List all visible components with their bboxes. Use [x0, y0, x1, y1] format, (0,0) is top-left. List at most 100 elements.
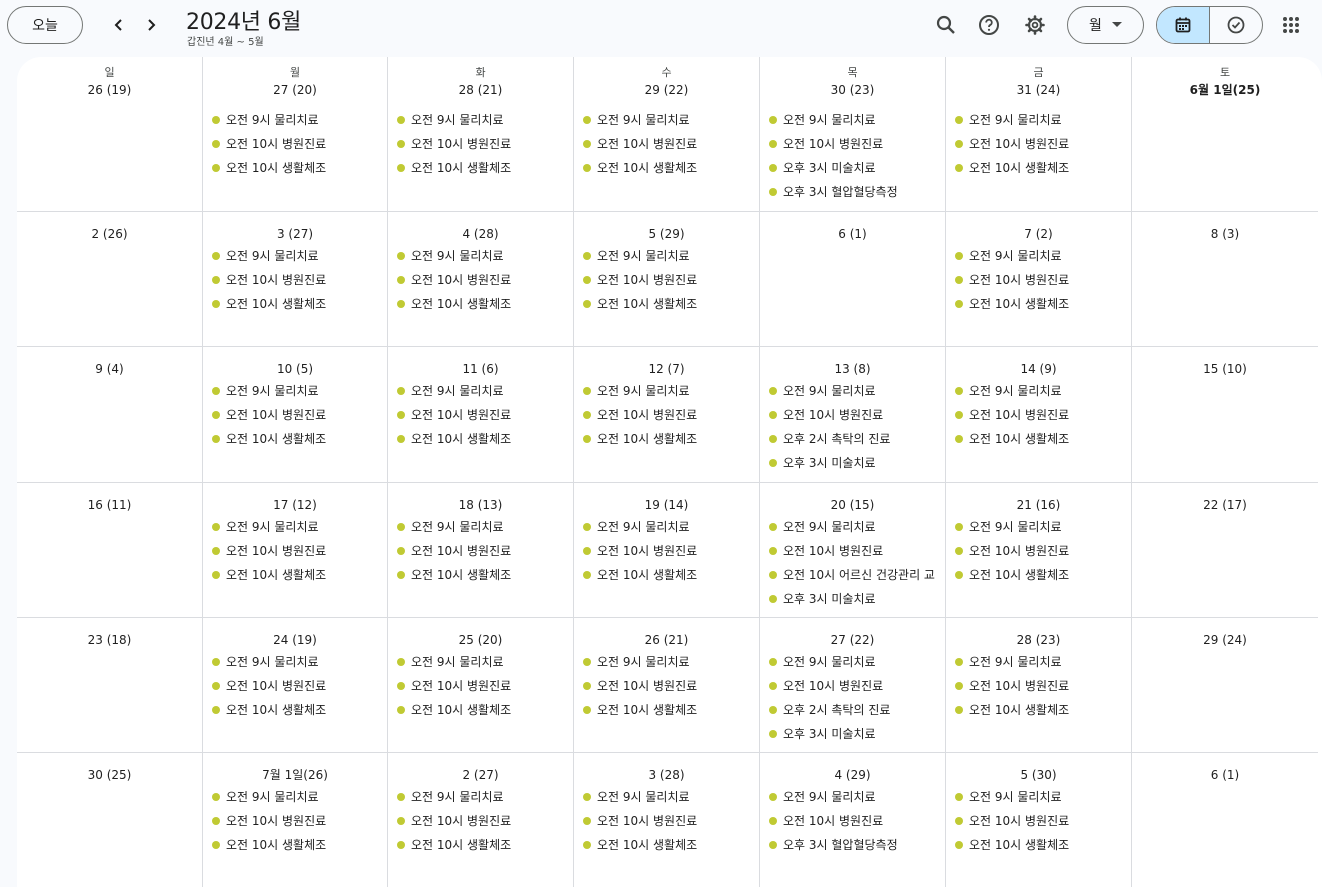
- day-cell[interactable]: 10 (5) 오전 9시 물리치료 오전 10시 병원진료 오전 10시 생활체조: [203, 347, 388, 483]
- day-cell[interactable]: 20 (15) 오전 9시 물리치료 오전 10시 병원진료 오전 10시 어르신 건…: [760, 483, 946, 618]
- day-cell[interactable]: 수 29 (22) 오전 9시 물리치료 오전 10시 병원진료 오전 10시 생활체조: [574, 57, 760, 212]
- event-item[interactable]: 오전 10시 생활체조: [212, 833, 383, 857]
- event-item[interactable]: 오전 10시 병원진료: [212, 809, 383, 833]
- day-number[interactable]: 27 (22): [760, 633, 945, 647]
- day-number[interactable]: 6 (1): [1132, 768, 1318, 782]
- day-number[interactable]: 5 (30): [946, 768, 1131, 782]
- day-number[interactable]: 14 (9): [946, 362, 1131, 376]
- event-item[interactable]: 오전 10시 병원진료: [955, 809, 1127, 833]
- event-item[interactable]: 오전 9시 물리치료: [955, 785, 1127, 809]
- event-item[interactable]: 오전 10시 병원진료: [583, 809, 755, 833]
- day-cell[interactable]: 29 (24): [1132, 618, 1318, 753]
- event-item[interactable]: 오전 9시 물리치료: [212, 244, 383, 268]
- day-number[interactable]: 3 (28): [574, 768, 759, 782]
- event-item[interactable]: 오전 10시 병원진료: [955, 539, 1127, 563]
- tasks-view-button[interactable]: [1209, 7, 1262, 43]
- event-item[interactable]: 오전 10시 생활체조: [397, 156, 569, 180]
- event-item[interactable]: 오후 2시 촉탁의 진료: [769, 698, 941, 722]
- event-item[interactable]: 오후 3시 미술치료: [769, 156, 941, 180]
- event-item[interactable]: 오전 10시 병원진료: [397, 674, 569, 698]
- event-item[interactable]: 오전 9시 물리치료: [955, 108, 1127, 132]
- search-button[interactable]: [930, 9, 962, 41]
- event-item[interactable]: 오전 9시 물리치료: [212, 650, 383, 674]
- day-number[interactable]: 28 (23): [946, 633, 1131, 647]
- event-item[interactable]: 오전 9시 물리치료: [397, 785, 569, 809]
- event-item[interactable]: 오전 9시 물리치료: [397, 244, 569, 268]
- day-number[interactable]: 22 (17): [1132, 498, 1318, 512]
- event-item[interactable]: 오후 3시 미술치료: [769, 587, 941, 611]
- event-item[interactable]: 오전 9시 물리치료: [397, 108, 569, 132]
- day-number[interactable]: 5 (29): [574, 227, 759, 241]
- day-cell[interactable]: 27 (22) 오전 9시 물리치료 오전 10시 병원진료 오후 2시 촉탁의 진료…: [760, 618, 946, 753]
- event-item[interactable]: 오전 10시 생활체조: [397, 698, 569, 722]
- day-cell[interactable]: 18 (13) 오전 9시 물리치료 오전 10시 병원진료 오전 10시 생활체조: [388, 483, 574, 618]
- day-cell[interactable]: 11 (6) 오전 9시 물리치료 오전 10시 병원진료 오전 10시 생활체조: [388, 347, 574, 483]
- day-number[interactable]: 2 (27): [388, 768, 573, 782]
- event-item[interactable]: 오전 9시 물리치료: [397, 515, 569, 539]
- day-number[interactable]: 17 (12): [203, 498, 387, 512]
- day-cell[interactable]: 2 (27) 오전 9시 물리치료 오전 10시 병원진료 오전 10시 생활체조: [388, 753, 574, 887]
- event-item[interactable]: 오전 10시 생활체조: [955, 563, 1127, 587]
- event-item[interactable]: 오전 10시 병원진료: [769, 132, 941, 156]
- event-item[interactable]: 오전 10시 생활체조: [212, 698, 383, 722]
- event-item[interactable]: 오후 3시 혈압혈당측정: [769, 180, 941, 204]
- event-item[interactable]: 오전 9시 물리치료: [769, 785, 941, 809]
- day-cell[interactable]: 6 (1): [760, 212, 946, 347]
- day-number[interactable]: 26 (21): [574, 633, 759, 647]
- day-cell[interactable]: 15 (10): [1132, 347, 1318, 483]
- day-number[interactable]: 25 (20): [388, 633, 573, 647]
- day-cell[interactable]: 5 (29) 오전 9시 물리치료 오전 10시 병원진료 오전 10시 생활체조: [574, 212, 760, 347]
- event-item[interactable]: 오전 10시 생활체조: [212, 427, 383, 451]
- day-cell[interactable]: 6 (1): [1132, 753, 1318, 887]
- event-item[interactable]: 오전 10시 병원진료: [212, 132, 383, 156]
- event-item[interactable]: 오전 10시 병원진료: [955, 403, 1127, 427]
- event-item[interactable]: 오전 10시 병원진료: [397, 132, 569, 156]
- day-number[interactable]: 9 (4): [17, 362, 202, 376]
- day-cell[interactable]: 3 (27) 오전 9시 물리치료 오전 10시 병원진료 오전 10시 생활체조: [203, 212, 388, 347]
- event-item[interactable]: 오전 9시 물리치료: [955, 244, 1127, 268]
- event-item[interactable]: 오전 10시 생활체조: [583, 427, 755, 451]
- event-item[interactable]: 오전 10시 생활체조: [955, 427, 1127, 451]
- event-item[interactable]: 오전 9시 물리치료: [397, 379, 569, 403]
- event-item[interactable]: 오전 10시 병원진료: [769, 674, 941, 698]
- event-item[interactable]: 오전 9시 물리치료: [583, 379, 755, 403]
- event-item[interactable]: 오전 10시 병원진료: [955, 132, 1127, 156]
- event-item[interactable]: 오후 2시 촉탁의 진료: [769, 427, 941, 451]
- event-item[interactable]: 오전 10시 생활체조: [397, 292, 569, 316]
- day-cell[interactable]: 일 26 (19): [17, 57, 203, 212]
- event-item[interactable]: 오전 10시 병원진료: [955, 674, 1127, 698]
- day-cell[interactable]: 30 (25): [17, 753, 203, 887]
- day-number[interactable]: 21 (16): [946, 498, 1131, 512]
- settings-button[interactable]: [1019, 9, 1051, 41]
- event-item[interactable]: 오전 10시 생활체조: [397, 427, 569, 451]
- day-number[interactable]: 30 (23): [760, 83, 945, 97]
- day-cell[interactable]: 24 (19) 오전 9시 물리치료 오전 10시 병원진료 오전 10시 생활체조: [203, 618, 388, 753]
- event-item[interactable]: 오전 10시 병원진료: [397, 403, 569, 427]
- day-number[interactable]: 6 (1): [760, 227, 945, 241]
- day-number[interactable]: 10 (5): [203, 362, 387, 376]
- day-cell[interactable]: 화 28 (21) 오전 9시 물리치료 오전 10시 병원진료 오전 10시 생활체조: [388, 57, 574, 212]
- day-number[interactable]: 6월 1일(25): [1132, 83, 1318, 97]
- event-item[interactable]: 오전 9시 물리치료: [955, 515, 1127, 539]
- event-item[interactable]: 오전 10시 생활체조: [955, 156, 1127, 180]
- event-item[interactable]: 오전 10시 생활체조: [583, 563, 755, 587]
- view-selector[interactable]: 월: [1067, 6, 1144, 44]
- event-item[interactable]: 오전 9시 물리치료: [769, 650, 941, 674]
- event-item[interactable]: 오전 9시 물리치료: [769, 515, 941, 539]
- day-cell[interactable]: 22 (17): [1132, 483, 1318, 618]
- day-number[interactable]: 8 (3): [1132, 227, 1318, 241]
- event-item[interactable]: 오전 10시 생활체조: [955, 698, 1127, 722]
- event-item[interactable]: 오후 3시 미술치료: [769, 451, 941, 475]
- day-number[interactable]: 12 (7): [574, 362, 759, 376]
- event-item[interactable]: 오전 9시 물리치료: [397, 650, 569, 674]
- day-cell[interactable]: 월 27 (20) 오전 9시 물리치료 오전 10시 병원진료 오전 10시 생활체조: [203, 57, 388, 212]
- calendar-view-button[interactable]: [1157, 7, 1209, 43]
- event-item[interactable]: 오전 9시 물리치료: [212, 379, 383, 403]
- event-item[interactable]: 오전 10시 생활체조: [955, 292, 1127, 316]
- day-number[interactable]: 28 (21): [388, 83, 573, 97]
- event-item[interactable]: 오전 9시 물리치료: [955, 650, 1127, 674]
- day-cell[interactable]: 금 31 (24) 오전 9시 물리치료 오전 10시 병원진료 오전 10시 생활체조: [946, 57, 1132, 212]
- today-button[interactable]: 오늘: [7, 6, 83, 44]
- day-number[interactable]: 4 (29): [760, 768, 945, 782]
- day-number[interactable]: 29 (24): [1132, 633, 1318, 647]
